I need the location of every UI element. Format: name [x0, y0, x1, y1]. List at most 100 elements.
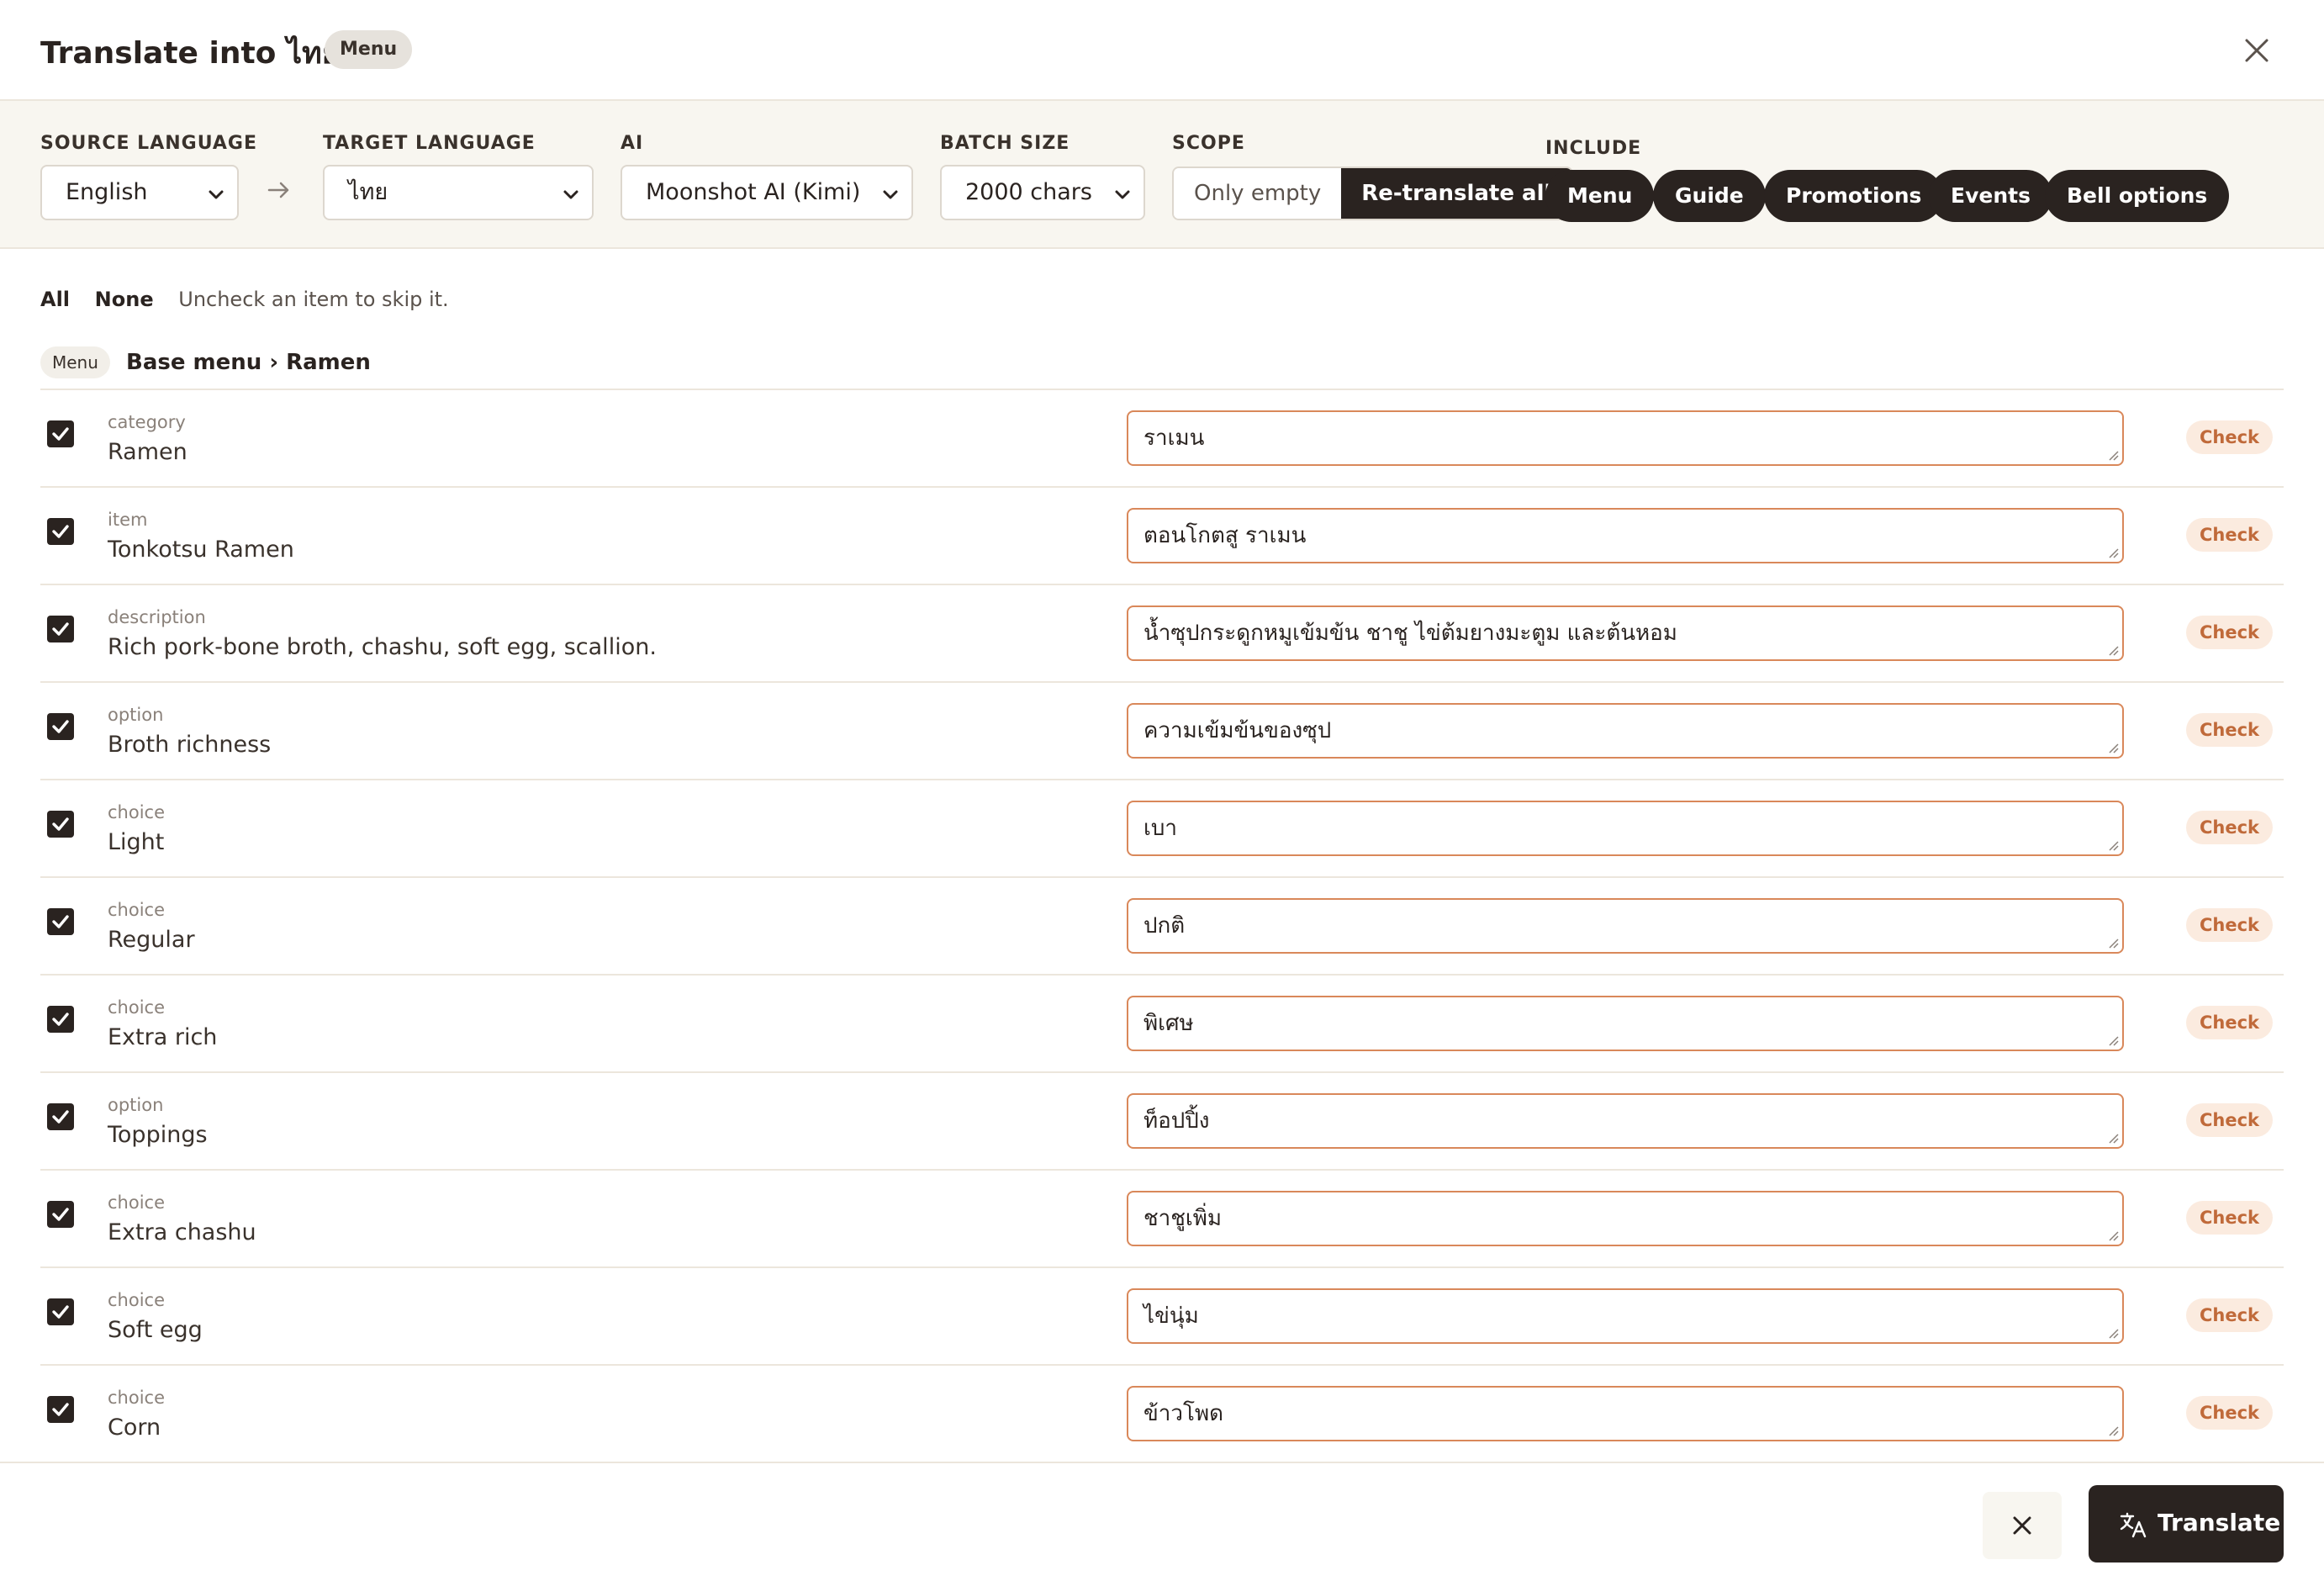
check-button[interactable]: Check — [2186, 1103, 2274, 1137]
item-checkbox[interactable] — [47, 908, 74, 935]
resize-grip-icon[interactable] — [2107, 937, 2119, 949]
include-chip-events[interactable]: Events — [1929, 170, 2052, 222]
scope-toggle: Only empty Re-translate all — [1172, 167, 1574, 220]
item-source-text: Rich pork-bone broth, chashu, soft egg, … — [108, 634, 657, 660]
item-checkbox[interactable] — [47, 811, 74, 838]
item-kind: choice — [108, 900, 166, 920]
include-chip-promotions[interactable]: Promotions — [1764, 170, 1944, 222]
check-button[interactable]: Check — [2186, 811, 2274, 844]
source-language-value: English — [66, 179, 148, 205]
translation-input[interactable]: ตอนโกตสู ราเมน — [1127, 508, 2124, 563]
resize-grip-icon[interactable] — [2107, 449, 2119, 461]
check-button[interactable]: Check — [2186, 518, 2274, 552]
checkmark-icon — [52, 720, 69, 733]
item-kind: option — [108, 1095, 164, 1115]
include-chip-guide[interactable]: Guide — [1653, 170, 1766, 222]
check-button[interactable]: Check — [2186, 1201, 2274, 1235]
checkmark-icon — [52, 817, 69, 831]
item-checkbox[interactable] — [47, 518, 74, 545]
resize-grip-icon[interactable] — [2107, 742, 2119, 753]
selection-hint: Uncheck an item to skip it. — [178, 288, 449, 311]
select-none-link[interactable]: None — [95, 288, 154, 311]
select-all-link[interactable]: All — [40, 288, 70, 311]
resize-grip-icon[interactable] — [2107, 547, 2119, 558]
item-checkbox[interactable] — [47, 1396, 74, 1423]
translation-row: item Tonkotsu Ramen ตอนโกตสู ราเมน Check — [40, 488, 2284, 585]
translation-row: choice Corn ข้าวโพด Check — [40, 1366, 2284, 1463]
translation-input[interactable]: ข้าวโพด — [1127, 1386, 2124, 1441]
item-checkbox[interactable] — [47, 1006, 74, 1033]
chevron-down-icon — [209, 190, 224, 199]
check-button[interactable]: Check — [2186, 420, 2274, 454]
translation-value: ข้าวโพด — [1144, 1401, 1223, 1426]
include-chip-menu[interactable]: Menu — [1545, 170, 1655, 222]
dialog-footer: Translate — [0, 1462, 2324, 1581]
checkmark-icon — [52, 1013, 69, 1026]
include-chip-bell-options[interactable]: Bell options — [2045, 170, 2230, 222]
resize-grip-icon[interactable] — [2107, 839, 2119, 851]
check-button[interactable]: Check — [2186, 908, 2274, 942]
checkmark-icon — [52, 525, 69, 538]
item-source-text: Extra chashu — [108, 1219, 256, 1245]
translation-input[interactable]: ไข่นุ่ม — [1127, 1288, 2124, 1344]
item-source-text: Ramen — [108, 439, 188, 465]
chevron-down-icon — [563, 190, 578, 199]
ai-provider-select[interactable]: Moonshot AI (Kimi) — [621, 165, 913, 220]
resize-grip-icon[interactable] — [2107, 1425, 2119, 1436]
title-badge: Menu — [325, 30, 413, 69]
translation-value: ไข่นุ่ม — [1144, 1303, 1199, 1329]
source-language-select[interactable]: English — [40, 165, 239, 220]
item-source-text: Soft egg — [108, 1317, 203, 1343]
item-checkbox[interactable] — [47, 420, 74, 447]
translation-row: choice Light เบา Check — [40, 780, 2284, 878]
translation-value: ท็อปปิ้ง — [1144, 1108, 1210, 1134]
translation-input[interactable]: น้ำซุปกระดูกหมูเข้มข้น ชาชู ไข่ต้มยางมะต… — [1127, 605, 2124, 661]
translation-input[interactable]: ความเข้มข้นของซุป — [1127, 703, 2124, 759]
translation-input[interactable]: พิเศษ — [1127, 996, 2124, 1051]
translation-input[interactable]: ท็อปปิ้ง — [1127, 1093, 2124, 1149]
target-language-select[interactable]: ไทย — [323, 165, 594, 220]
batch-size-select[interactable]: 2000 chars — [940, 165, 1145, 220]
resize-grip-icon[interactable] — [2107, 1132, 2119, 1144]
item-checkbox[interactable] — [47, 1103, 74, 1130]
checkmark-icon — [52, 1305, 69, 1319]
item-kind: choice — [108, 802, 166, 822]
check-button[interactable]: Check — [2186, 616, 2274, 649]
item-source-text: Tonkotsu Ramen — [108, 537, 294, 563]
cancel-button[interactable] — [1983, 1492, 2062, 1559]
batch-size-label: BATCH SIZE — [940, 133, 1070, 154]
translation-input[interactable]: ราเมน — [1127, 410, 2124, 466]
check-button[interactable]: Check — [2186, 1298, 2274, 1332]
check-button[interactable]: Check — [2186, 1006, 2274, 1039]
translation-row: choice Soft egg ไข่นุ่ม Check — [40, 1268, 2284, 1366]
scope-retranslate-all[interactable]: Re-translate all — [1341, 168, 1572, 219]
translation-input[interactable]: ปกติ — [1127, 898, 2124, 954]
item-source-text: Regular — [108, 927, 195, 953]
translation-row: category Ramen ราเมน Check — [40, 390, 2284, 488]
item-checkbox[interactable] — [47, 713, 74, 740]
resize-grip-icon[interactable] — [2107, 1327, 2119, 1339]
resize-grip-icon[interactable] — [2107, 1034, 2119, 1046]
translation-input[interactable]: ชาชูเพิ่ม — [1127, 1191, 2124, 1246]
breadcrumb: Base menu › Ramen — [126, 350, 371, 375]
item-checkbox[interactable] — [47, 616, 74, 642]
item-checkbox[interactable] — [47, 1201, 74, 1228]
check-button[interactable]: Check — [2186, 1396, 2274, 1430]
resize-grip-icon[interactable] — [2107, 644, 2119, 656]
ai-label: AI — [621, 133, 644, 154]
close-icon[interactable] — [2240, 34, 2274, 67]
scope-only-empty[interactable]: Only empty — [1174, 168, 1342, 219]
item-kind: category — [108, 412, 186, 432]
check-button[interactable]: Check — [2186, 713, 2274, 747]
translation-row: description Rich pork-bone broth, chashu,… — [40, 585, 2284, 683]
translate-button[interactable]: Translate — [2089, 1485, 2284, 1562]
item-checkbox[interactable] — [47, 1298, 74, 1325]
item-source-text: Corn — [108, 1414, 161, 1441]
translation-value: ชาชูเพิ่ม — [1144, 1206, 1223, 1231]
item-kind: description — [108, 607, 206, 627]
resize-grip-icon[interactable] — [2107, 1229, 2119, 1241]
section-badge: Menu — [40, 346, 110, 378]
item-kind: item — [108, 510, 148, 530]
translation-input[interactable]: เบา — [1127, 801, 2124, 856]
checkmark-icon — [52, 1403, 69, 1416]
